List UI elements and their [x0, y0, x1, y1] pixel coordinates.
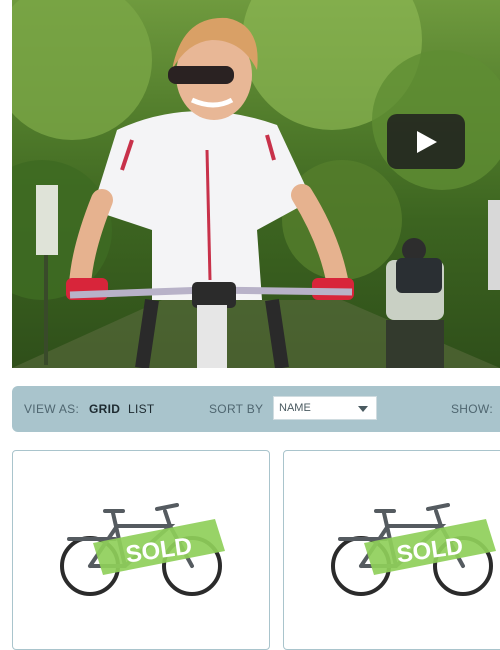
sort-by-select[interactable]: NAME: [273, 396, 377, 420]
view-list-link[interactable]: LIST: [128, 402, 155, 416]
product-card[interactable]: SOLD: [12, 450, 270, 650]
play-icon: [417, 131, 437, 153]
product-card[interactable]: SOLD: [283, 450, 500, 650]
bicycle-image: SOLD: [60, 503, 225, 596]
view-grid-link[interactable]: GRID: [89, 402, 120, 416]
play-button[interactable]: [387, 114, 465, 169]
listing-toolbar: VIEW AS: GRID LIST SORT BY NAME SHOW:: [12, 386, 500, 432]
video-frame-image: [12, 0, 500, 368]
sort-by-value: NAME: [279, 402, 311, 414]
chevron-down-icon: [358, 406, 368, 412]
sort-by-label: SORT BY: [209, 402, 264, 416]
bicycle-image: SOLD: [331, 503, 496, 596]
video-player[interactable]: [12, 0, 500, 368]
show-label: SHOW:: [451, 402, 493, 416]
view-as-label: VIEW AS:: [24, 402, 80, 416]
